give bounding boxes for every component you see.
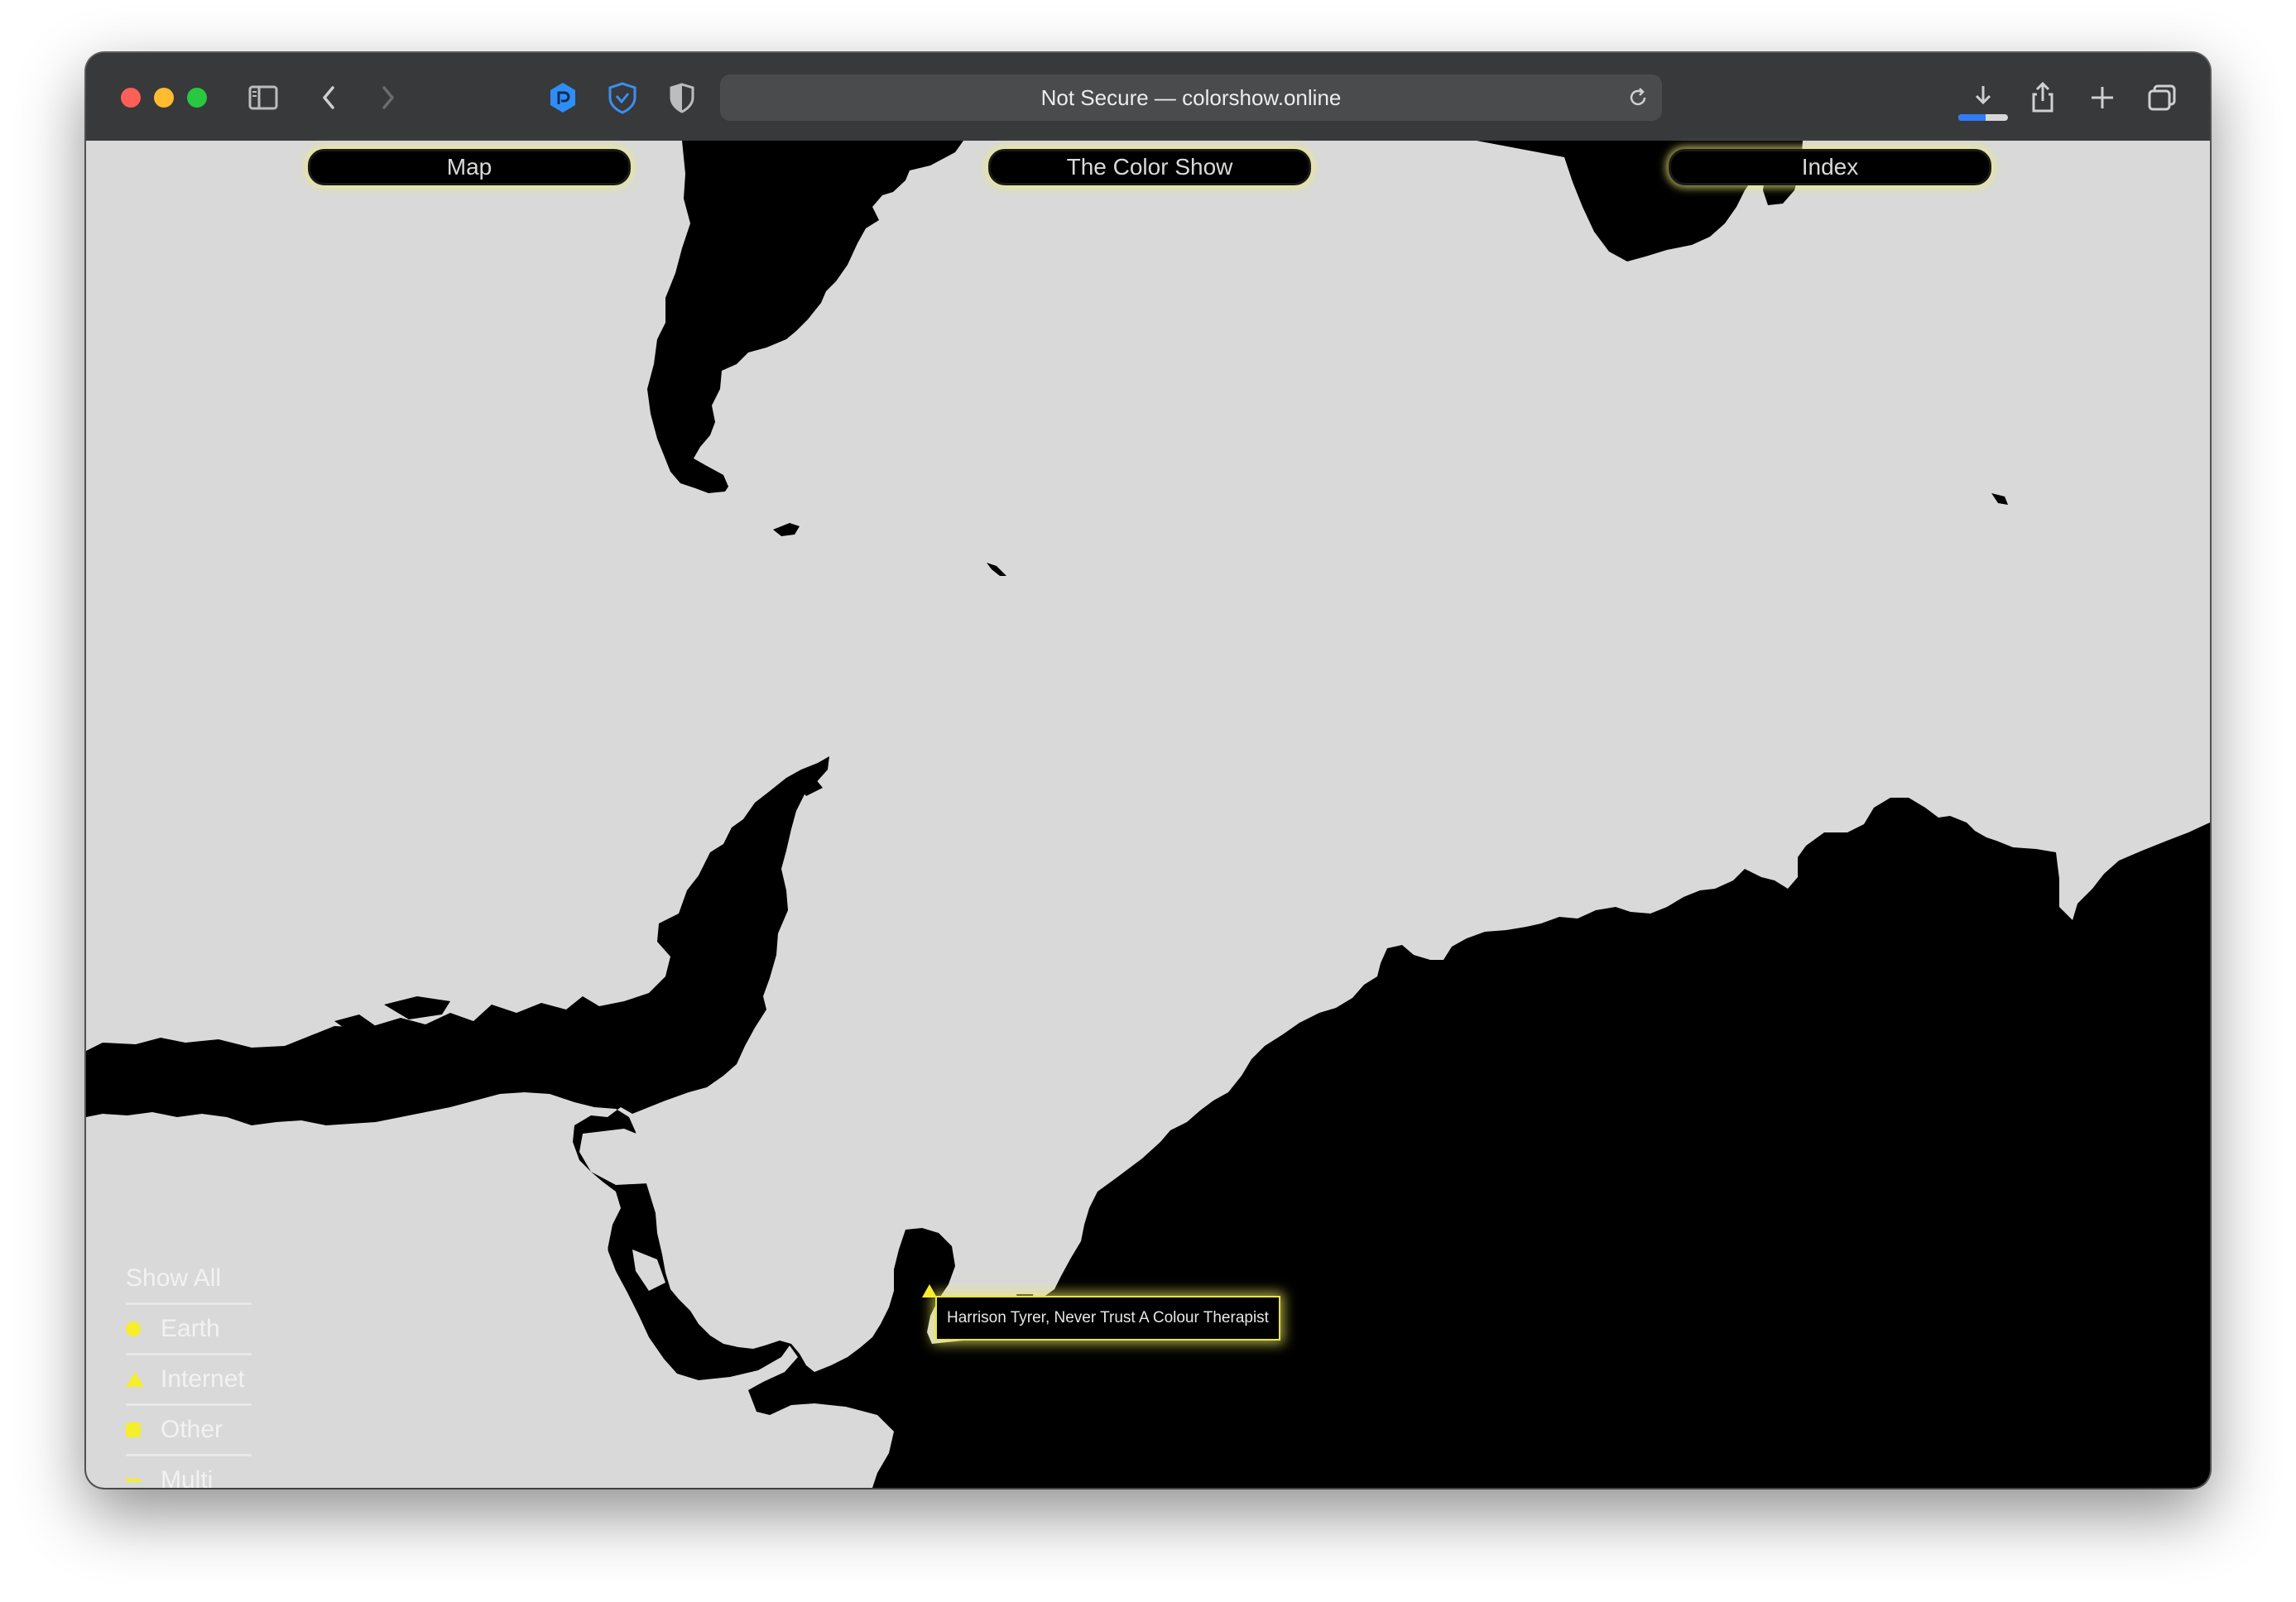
legend-item-label: Multi	[161, 1466, 214, 1488]
share-icon[interactable]	[2023, 78, 2063, 118]
nav-map-button[interactable]: Map	[308, 149, 631, 185]
minimize-window-button[interactable]	[154, 88, 174, 108]
legend-item-multi[interactable]: Multi	[126, 1456, 252, 1488]
reload-icon[interactable]	[1626, 85, 1650, 110]
browser-window: Not Secure — colorshow.online Map The Co…	[86, 53, 2210, 1488]
legend-item-earth[interactable]: Earth	[126, 1305, 252, 1355]
download-progress-bar	[1958, 114, 2008, 121]
legend-filter: Show All Earth Internet Other Multi	[126, 1254, 252, 1488]
legend-item-internet[interactable]: Internet	[126, 1355, 252, 1406]
extension-hexagon-icon[interactable]	[543, 78, 583, 118]
zoom-window-button[interactable]	[187, 88, 207, 108]
dash-icon	[126, 1479, 141, 1482]
legend-item-label: Earth	[161, 1315, 220, 1342]
close-window-button[interactable]	[121, 88, 141, 108]
legend-show-all-label: Show All	[126, 1264, 222, 1292]
extension-shield-check-icon[interactable]	[603, 78, 642, 118]
legend-item-label: Other	[161, 1416, 223, 1443]
tab-overview-icon[interactable]	[2142, 78, 2182, 118]
browser-toolbar: Not Secure — colorshow.online	[86, 53, 2210, 142]
address-text: Not Secure — colorshow.online	[1040, 85, 1342, 110]
map-viewport[interactable]: Map The Color Show Index Harrison Tyrer,…	[86, 141, 2210, 1488]
downloads-icon[interactable]	[1963, 78, 2003, 118]
legend-item-other[interactable]: Other	[126, 1406, 252, 1456]
sidebar-toggle-icon[interactable]	[243, 78, 283, 118]
square-icon	[126, 1422, 141, 1437]
new-tab-plus-icon[interactable]	[2082, 78, 2122, 118]
back-chevron-icon[interactable]	[310, 78, 349, 118]
address-bar[interactable]: Not Secure — colorshow.online	[720, 74, 1662, 121]
forward-chevron-icon[interactable]	[367, 78, 407, 118]
download-progress-fill	[1958, 114, 1986, 121]
legend-show-all[interactable]: Show All	[126, 1254, 252, 1305]
marker-tooltip: Harrison Tyrer, Never Trust A Colour The…	[935, 1296, 1280, 1341]
nav-color-show-button[interactable]: The Color Show	[988, 149, 1311, 185]
privacy-shield-icon[interactable]	[662, 78, 702, 118]
nav-index-button[interactable]: Index	[1669, 149, 1991, 185]
triangle-icon	[126, 1372, 144, 1387]
legend-item-label: Internet	[161, 1365, 245, 1393]
circle-icon	[126, 1321, 141, 1336]
world-map[interactable]	[86, 141, 2210, 1488]
